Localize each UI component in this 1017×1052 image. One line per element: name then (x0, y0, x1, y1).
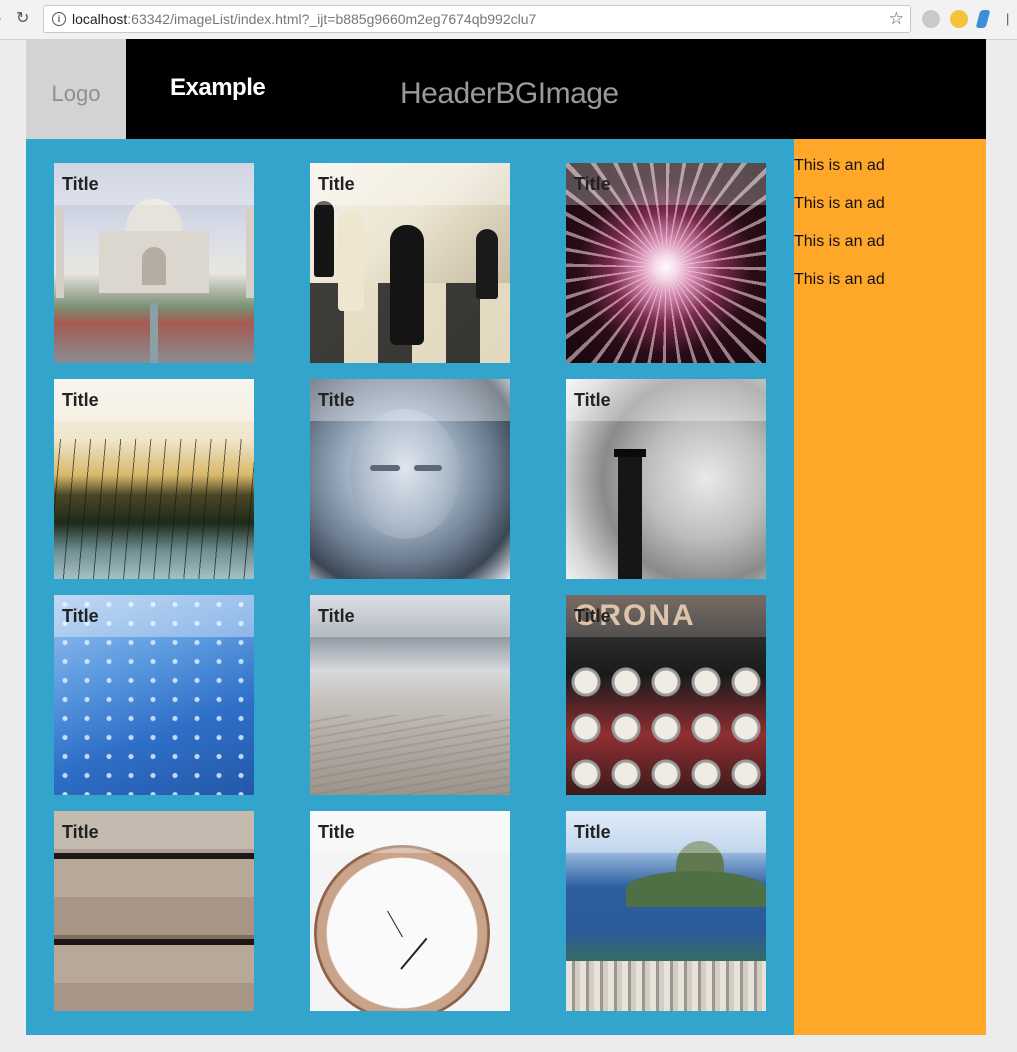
gallery-tile[interactable]: Title (566, 379, 766, 579)
bookmark-star-icon[interactable]: ☆ (889, 9, 904, 29)
gallery-tile[interactable]: Title (54, 811, 254, 1011)
tile-title: Title (574, 174, 611, 194)
gallery-tile[interactable]: Title (566, 811, 766, 1011)
gallery-tile[interactable]: ORONA Title (566, 595, 766, 795)
tile-title: Title (62, 606, 99, 626)
gallery-tile[interactable]: Title (310, 163, 510, 363)
ad-text[interactable]: This is an ad (794, 271, 885, 289)
tile-title: Title (318, 174, 355, 194)
ad-text[interactable]: This is an ad (794, 195, 885, 213)
tile-title: Title (574, 606, 611, 626)
address-bar[interactable]: i localhost:63342/imageList/index.html?_… (43, 5, 911, 33)
tile-title: Title (318, 606, 355, 626)
page: Logo Example HeaderBGImage Title Title T… (26, 39, 986, 1035)
tile-title: Title (318, 390, 355, 410)
tile-title: Title (62, 822, 99, 842)
tile-title: Title (574, 390, 611, 410)
ad-text[interactable]: This is an ad (794, 157, 885, 175)
info-icon[interactable]: i (52, 12, 66, 26)
tile-title: Title (574, 822, 611, 842)
gallery-tile[interactable]: Title (310, 379, 510, 579)
moon-extension-icon[interactable] (950, 10, 968, 28)
gallery-tile[interactable]: Title (54, 379, 254, 579)
back-icon[interactable]: › (0, 9, 1, 29)
ad-text[interactable]: This is an ad (794, 233, 885, 251)
feather-extension-icon[interactable] (975, 10, 991, 28)
gallery-tile[interactable]: Title (310, 595, 510, 795)
reload-icon[interactable]: ↻ (16, 9, 29, 29)
image-gallery: Title Title Title Title Title Title Titl… (26, 139, 794, 1035)
tile-title: Title (318, 822, 355, 842)
gallery-tile[interactable]: Title (54, 163, 254, 363)
gallery-tile[interactable]: Title (310, 811, 510, 1011)
ad-sidebar: This is an ad This is an ad This is an a… (794, 139, 986, 1035)
header-bg-image-label: HeaderBGImage (400, 77, 619, 110)
logo[interactable]: Logo (26, 39, 126, 139)
gallery-tile[interactable]: Title (54, 595, 254, 795)
menu-icon[interactable]: | (1006, 9, 1009, 29)
url-text: localhost:63342/imageList/index.html?_ij… (72, 11, 537, 27)
gallery-tile[interactable]: Title (566, 163, 766, 363)
tile-title: Title (62, 390, 99, 410)
brand-title[interactable]: Example (170, 74, 266, 102)
tile-title: Title (62, 174, 99, 194)
site-header: Logo Example HeaderBGImage (26, 39, 986, 139)
cloud-extension-icon[interactable] (922, 10, 940, 28)
browser-toolbar: › ↻ i localhost:63342/imageList/index.ht… (0, 0, 1017, 40)
